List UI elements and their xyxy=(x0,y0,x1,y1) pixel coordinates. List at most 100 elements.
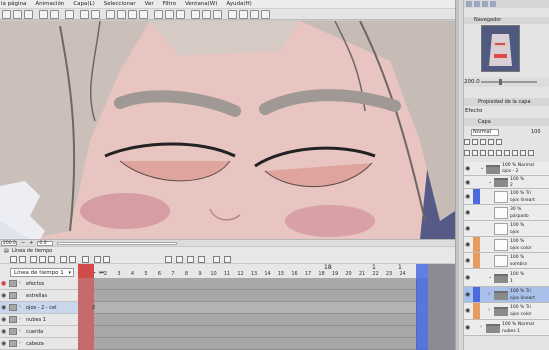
timeline-track[interactable] xyxy=(78,338,455,350)
menu-item-window[interactable]: Ventana(W) xyxy=(185,1,217,7)
ruler-frame-number[interactable]: 12 xyxy=(236,271,246,277)
chevron-down-icon[interactable]: ⌄ xyxy=(480,165,484,171)
menu-item-layer[interactable]: Capa(L) xyxy=(73,1,94,7)
zoom-in-icon[interactable]: + xyxy=(29,240,33,246)
chevron-right-icon[interactable]: › xyxy=(488,307,490,313)
ruler-frame-number[interactable]: 17 xyxy=(303,271,313,277)
transform-icon[interactable] xyxy=(80,10,89,19)
menu-item-filter[interactable]: Filtro xyxy=(163,1,176,7)
new-animation-folder-icon[interactable] xyxy=(30,256,37,263)
zoom-timeline-icon[interactable] xyxy=(103,256,110,263)
timeline-track[interactable] xyxy=(78,326,455,338)
ruler-frame-number[interactable]: 11 xyxy=(222,271,232,277)
close-icon[interactable] xyxy=(228,10,237,19)
undo-icon[interactable] xyxy=(39,10,48,19)
ruler-frame-number[interactable]: 23 xyxy=(384,271,394,277)
ruler-lock-icon[interactable] xyxy=(496,139,502,145)
navigator-zoom-slider[interactable] xyxy=(481,81,537,83)
horizontal-scrollbar[interactable] xyxy=(57,241,178,245)
chevron-right-icon[interactable]: › xyxy=(19,328,21,334)
ruler-frame-number[interactable]: 24 xyxy=(398,271,408,277)
ruler-frame-number[interactable]: 9 xyxy=(195,271,205,277)
timeline-row[interactable]: ● › efectos xyxy=(0,278,455,290)
apply-mask-icon[interactable] xyxy=(512,150,518,156)
layer-row[interactable]: ◉ 30 % párpado xyxy=(464,205,549,221)
new-icon[interactable] xyxy=(2,10,11,19)
new-raster-icon[interactable] xyxy=(464,150,470,156)
new-cel-icon[interactable] xyxy=(39,256,46,263)
layer-row[interactable]: ◉ ⌄ 100 % Normal ojos - 2 xyxy=(464,162,549,176)
open-icon[interactable] xyxy=(13,10,22,19)
layer-row[interactable]: ◉ 100 % ojos color xyxy=(464,237,549,253)
ruler-new-icon[interactable] xyxy=(520,150,526,156)
material-tab-icon[interactable] xyxy=(490,1,496,7)
invert-selection-icon[interactable] xyxy=(128,10,137,19)
ruler-frame-number[interactable]: 15 xyxy=(276,271,286,277)
redo-icon[interactable] xyxy=(50,10,59,19)
menu-item-view[interactable]: Ver xyxy=(145,1,154,7)
transfer-down-icon[interactable] xyxy=(488,150,494,156)
keyframe-icon[interactable] xyxy=(82,256,89,263)
layer-row[interactable]: ◉ › 100 % Tri ojos color xyxy=(464,303,549,320)
ruler-frame-number[interactable]: 16 xyxy=(290,271,300,277)
selection-icon[interactable] xyxy=(117,10,126,19)
eye-icon[interactable]: ◉ xyxy=(465,241,470,248)
move-icon[interactable] xyxy=(261,10,270,19)
ruler-frame-number[interactable]: 3 xyxy=(114,271,124,277)
zoom-out-icon[interactable]: − xyxy=(21,240,25,246)
timeline-row[interactable]: ◉ › nubes 1 xyxy=(0,314,455,326)
eye-icon[interactable]: ◉ xyxy=(465,274,470,281)
chevron-right-icon[interactable]: › xyxy=(480,324,482,330)
perspective-icon[interactable] xyxy=(202,10,211,19)
timeline-row[interactable]: ◉ › ojos - 2 - cel 2 xyxy=(0,302,455,314)
delete-layer-icon[interactable] xyxy=(528,150,534,156)
rename-cel-icon[interactable] xyxy=(187,256,194,263)
light-table-icon[interactable] xyxy=(69,256,76,263)
playback-loop-icon[interactable] xyxy=(94,256,101,263)
lock-icon[interactable] xyxy=(480,139,486,145)
cel-color-icon[interactable] xyxy=(213,256,220,263)
ruler-frame-number[interactable]: 21 xyxy=(357,271,367,277)
chevron-right-icon[interactable]: › xyxy=(19,316,21,322)
layer-row[interactable]: ◉ › 100 % Normal nubes 1 xyxy=(464,320,549,336)
deselect-icon[interactable] xyxy=(139,10,148,19)
zoom-field[interactable]: 200.0 xyxy=(1,240,17,246)
timeline-track[interactable] xyxy=(78,278,455,290)
ruler-frame-number[interactable]: 22 xyxy=(371,271,381,277)
clear-icon[interactable] xyxy=(65,10,74,19)
eye-icon[interactable]: ◉ xyxy=(465,193,470,200)
eye-icon[interactable]: ◉ xyxy=(1,292,8,299)
cross-icon[interactable] xyxy=(239,10,248,19)
special-ruler-icon[interactable] xyxy=(191,10,200,19)
eye-icon[interactable]: ◉ xyxy=(465,225,470,232)
ruler-icon[interactable] xyxy=(154,10,163,19)
timeline-row[interactable]: ◉ › cabeza xyxy=(0,338,455,350)
ruler-frame-number[interactable]: 8 xyxy=(182,271,192,277)
palette-tab-icon[interactable] xyxy=(466,1,472,7)
merge-icon[interactable] xyxy=(496,150,502,156)
ruler-frame-number[interactable]: 19 xyxy=(330,271,340,277)
timeline-track[interactable] xyxy=(78,290,455,302)
pin-icon[interactable] xyxy=(250,10,259,19)
layer-row-selected[interactable]: ◉ › 100 % Tri ojos lineart xyxy=(464,287,549,303)
menu-item-select[interactable]: Seleccionar xyxy=(104,1,136,7)
scale-icon[interactable] xyxy=(91,10,100,19)
grid-icon[interactable] xyxy=(165,10,174,19)
menu-item-page[interactable]: la página xyxy=(1,1,26,7)
chevron-right-icon[interactable]: › xyxy=(19,340,21,346)
eye-icon[interactable]: ◉ xyxy=(1,304,8,311)
timeline-row[interactable]: ◉ estrellas xyxy=(0,290,455,302)
mask-icon[interactable] xyxy=(488,139,494,145)
ruler-frame-number[interactable]: 13 xyxy=(249,271,259,277)
eye-icon[interactable]: ◉ xyxy=(465,209,470,216)
eye-icon[interactable]: ◉ xyxy=(465,165,470,172)
eye-icon[interactable]: ◉ xyxy=(465,291,470,298)
ruler-frame-number[interactable]: 5 xyxy=(141,271,151,277)
new-timeline-icon[interactable] xyxy=(10,256,17,263)
ruler-frame-number[interactable]: 7 xyxy=(168,271,178,277)
eye-icon[interactable]: ◉ xyxy=(465,307,470,314)
new-folder-icon[interactable] xyxy=(480,150,486,156)
ruler-frame-number[interactable]: 20 xyxy=(344,271,354,277)
layer-row[interactable]: ◉ 100 % ojos xyxy=(464,221,549,237)
chevron-right-icon[interactable]: › xyxy=(19,280,21,286)
